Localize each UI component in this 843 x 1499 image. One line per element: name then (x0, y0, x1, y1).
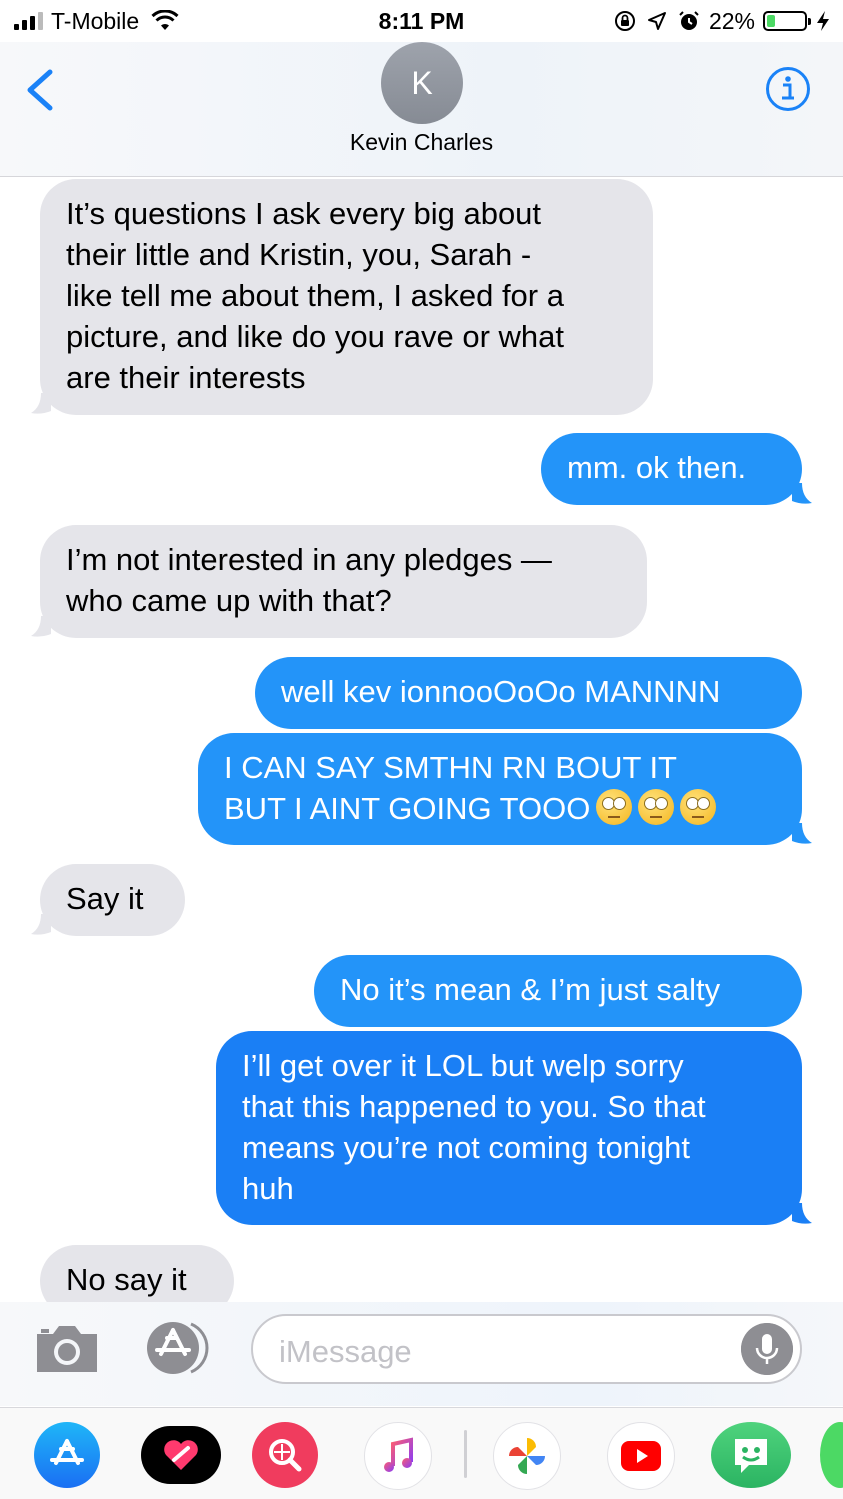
outgoing-message[interactable]: I’ll get over it LOL but welp sorry that… (216, 1031, 802, 1225)
back-button[interactable] (22, 68, 58, 112)
outgoing-message[interactable]: well kev ionnooOoOo MANNNN (255, 657, 802, 729)
incoming-message[interactable]: No say it (40, 1245, 234, 1302)
message-line: are their interests (66, 360, 306, 395)
bubble-tail (31, 616, 51, 637)
contact-avatar[interactable]: K (381, 42, 463, 124)
info-button[interactable] (765, 66, 811, 112)
message-line: their little and Kristin, you, Sarah - (66, 237, 532, 272)
youtube-app-icon[interactable] (607, 1422, 675, 1490)
rotation-lock-icon (614, 11, 635, 31)
imessage-placeholder: iMessage (279, 1334, 412, 1369)
message-line: BUT I AINT GOING TOOO (224, 791, 591, 826)
rolling-eyes-emoji-icon (638, 789, 675, 825)
bubble-tail (31, 914, 51, 935)
incoming-message[interactable]: I’m not interested in any pledges — who … (40, 525, 647, 638)
drawer-divider (464, 1430, 467, 1478)
battery-fill (767, 15, 775, 27)
message-line: Say it (66, 881, 144, 916)
bubble-tail (792, 483, 812, 504)
search-images-app-icon[interactable] (252, 1422, 318, 1488)
bubble-tail (31, 393, 51, 414)
app-store-icon[interactable] (143, 1320, 215, 1376)
message-line-with-emoji: BUT I AINT GOING TOOO (224, 788, 777, 829)
outgoing-message[interactable]: mm. ok then. (541, 433, 802, 505)
bitmoji-app-icon[interactable] (711, 1422, 791, 1488)
incoming-message[interactable]: Say it (40, 864, 185, 936)
compose-bar: iMessage (0, 1302, 843, 1406)
outgoing-message[interactable]: No it’s mean & I’m just salty (314, 955, 802, 1027)
bubble-tail (792, 1203, 812, 1224)
microphone-icon[interactable] (741, 1323, 793, 1375)
message-line: I CAN SAY SMTHN RN BOUT IT (224, 750, 677, 785)
message-line: well kev ionnooOoOo MANNNN (281, 674, 721, 709)
message-line: It’s questions I ask every big about (66, 196, 542, 231)
digital-touch-app-icon[interactable] (141, 1426, 221, 1484)
charging-bolt-icon (817, 11, 829, 31)
battery-icon (763, 11, 811, 31)
message-line: like tell me about them, I asked for a (66, 278, 564, 313)
more-apps-icon[interactable] (820, 1422, 843, 1488)
conversation-header: K Kevin Charles (0, 42, 843, 177)
incoming-message[interactable]: It’s questions I ask every big about the… (40, 179, 653, 415)
status-bar: T-Mobile 8:11 PM 22% (0, 0, 843, 42)
imessage-input[interactable]: iMessage (251, 1314, 802, 1384)
photos-app-icon[interactable] (493, 1422, 561, 1490)
avatar-initial: K (411, 64, 433, 101)
music-app-icon[interactable] (364, 1422, 432, 1490)
message-line: No say it (66, 1262, 187, 1297)
rolling-eyes-emoji-icon (596, 789, 633, 825)
app-store-app-icon[interactable] (34, 1422, 100, 1488)
app-drawer (0, 1407, 843, 1499)
alarm-icon (679, 11, 699, 30)
status-right: 22% (613, 8, 831, 34)
message-line: that this happened to you. So that (242, 1089, 706, 1124)
message-line: I’ll get over it LOL but welp sorry (242, 1048, 684, 1083)
message-line: No it’s mean & I’m just salty (340, 972, 721, 1007)
message-line: huh (242, 1171, 294, 1206)
camera-icon[interactable] (33, 1320, 101, 1376)
message-line: I’m not interested in any pledges — (66, 542, 552, 577)
message-line: mm. ok then. (567, 450, 747, 485)
message-line: means you’re not coming tonight (242, 1130, 691, 1165)
battery-percent: 22% (708, 7, 755, 34)
contact-name[interactable]: Kevin Charles (0, 129, 843, 156)
location-arrow-icon (647, 12, 666, 30)
message-line: picture, and like do you rave or what (66, 319, 564, 354)
rolling-eyes-emoji-icon (680, 789, 717, 825)
message-line: who came up with that? (66, 583, 392, 618)
outgoing-message[interactable]: I CAN SAY SMTHN RN BOUT IT BUT I AINT GO… (198, 733, 802, 845)
bubble-tail (792, 823, 812, 844)
message-thread[interactable]: It’s questions I ask every big about the… (0, 177, 843, 1302)
